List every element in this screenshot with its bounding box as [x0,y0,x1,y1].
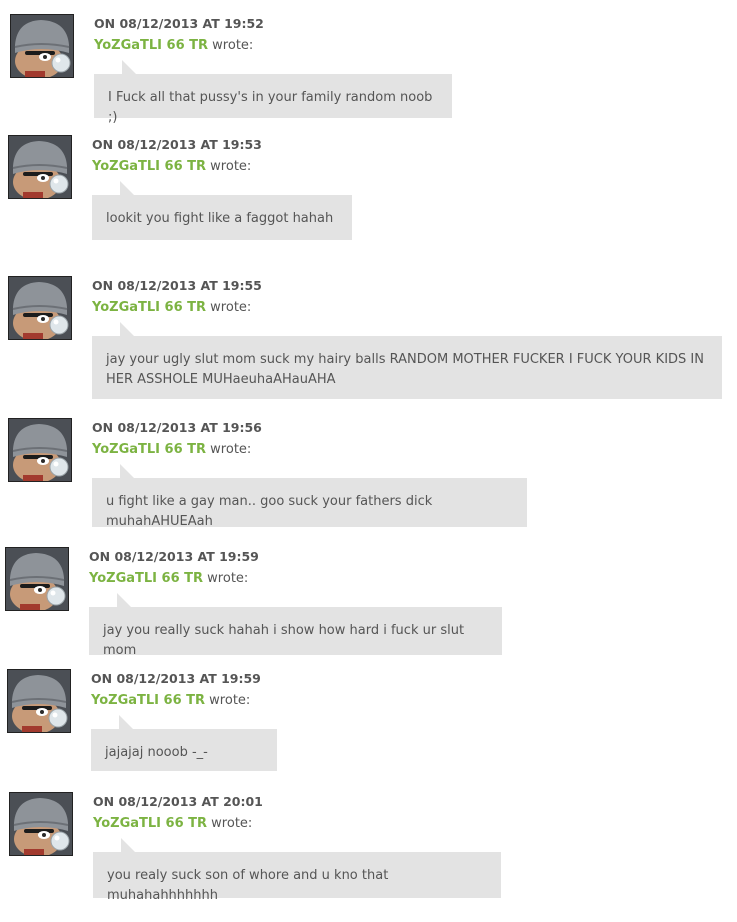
comment-timestamp: ON 08/12/2013 AT 19:52 [94,16,264,31]
comment-text: you realy suck son of whore and u kno th… [107,868,389,903]
beanie-cartoon-avatar-icon [8,670,70,732]
comment-bubble: u fight like a gay man.. goo suck your f… [92,464,527,529]
author-name[interactable]: YoZGaTLI 66 TR [92,159,206,174]
author-line: YoZGaTLI 66 TR wrote: [92,159,251,174]
author-line: YoZGaTLI 66 TR wrote: [94,38,253,53]
beanie-cartoon-avatar-icon [9,419,71,481]
comment-text: jay your ugly slut mom suck my hairy bal… [106,352,704,387]
comment-text: jay you really suck hahah i show how har… [103,623,465,658]
wrote-label: wrote: [210,300,252,315]
wrote-label: wrote: [211,816,253,831]
comment-bubble: jay you really suck hahah i show how har… [89,593,502,658]
comment-timestamp: ON 08/12/2013 AT 19:55 [92,278,262,293]
author-line: YoZGaTLI 66 TR wrote: [93,816,252,831]
author-line: YoZGaTLI 66 TR wrote: [92,442,251,457]
comment-text: u fight like a gay man.. goo suck your f… [106,494,433,529]
comment-timestamp: ON 08/12/2013 AT 20:01 [93,794,263,809]
author-name[interactable]: YoZGaTLI 66 TR [92,442,206,457]
author-name[interactable]: YoZGaTLI 66 TR [92,300,206,315]
avatar[interactable] [7,669,71,733]
beanie-cartoon-avatar-icon [6,548,68,610]
comment-text: lookit you fight like a faggot hahah [106,211,334,226]
wrote-label: wrote: [209,693,251,708]
author-name[interactable]: YoZGaTLI 66 TR [93,816,207,831]
avatar[interactable] [5,547,69,611]
comment-timestamp: ON 08/12/2013 AT 19:59 [91,671,261,686]
wrote-label: wrote: [210,442,252,457]
comment-bubble: I Fuck all that pussy's in your family r… [94,60,452,125]
beanie-cartoon-avatar-icon [9,277,71,339]
comment-list: ON 08/12/2013 AT 19:52 YoZGaTLI 66 TR wr… [0,0,737,922]
comment-timestamp: ON 08/12/2013 AT 19:53 [92,137,262,152]
beanie-cartoon-avatar-icon [11,15,73,77]
comment-text: jajajaj nooob -_- [105,745,208,760]
comment-timestamp: ON 08/12/2013 AT 19:56 [92,420,262,435]
wrote-label: wrote: [207,571,249,586]
author-name[interactable]: YoZGaTLI 66 TR [94,38,208,53]
wrote-label: wrote: [212,38,254,53]
avatar[interactable] [10,14,74,78]
author-name[interactable]: YoZGaTLI 66 TR [91,693,205,708]
comment-bubble: jay your ugly slut mom suck my hairy bal… [92,322,722,399]
author-line: YoZGaTLI 66 TR wrote: [91,693,250,708]
avatar[interactable] [9,792,73,856]
beanie-cartoon-avatar-icon [9,136,71,198]
author-line: YoZGaTLI 66 TR wrote: [89,571,248,586]
comment-bubble: lookit you fight like a faggot hahah [92,181,352,240]
comment-timestamp: ON 08/12/2013 AT 19:59 [89,549,259,564]
comment-text: I Fuck all that pussy's in your family r… [108,90,433,125]
comment-bubble: jajajaj nooob -_- [91,715,277,771]
comment-bubble: you realy suck son of whore and u kno th… [93,838,501,903]
beanie-cartoon-avatar-icon [10,793,72,855]
avatar[interactable] [8,276,72,340]
author-line: YoZGaTLI 66 TR wrote: [92,300,251,315]
avatar[interactable] [8,418,72,482]
author-name[interactable]: YoZGaTLI 66 TR [89,571,203,586]
avatar[interactable] [8,135,72,199]
wrote-label: wrote: [210,159,252,174]
